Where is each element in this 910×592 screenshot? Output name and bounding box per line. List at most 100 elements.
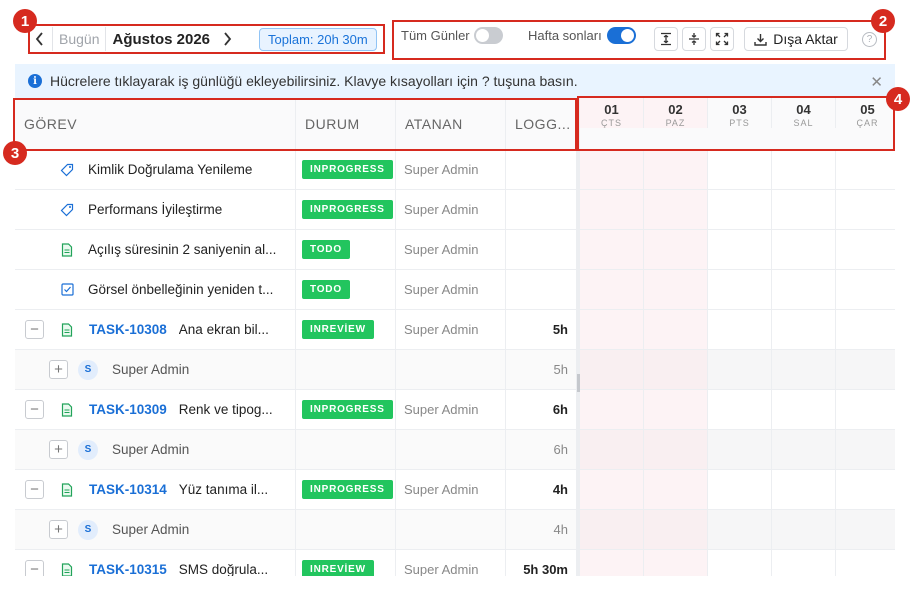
day-log-cell[interactable] — [644, 510, 708, 549]
day-log-cell[interactable] — [644, 430, 708, 469]
task-name[interactable]: SMS doğrula... — [179, 562, 268, 576]
day-log-cell[interactable] — [772, 310, 836, 349]
day-log-cell[interactable] — [772, 510, 836, 549]
day-log-cell[interactable] — [580, 150, 644, 189]
splitter-handle[interactable] — [577, 374, 580, 392]
day-log-cell[interactable] — [772, 390, 836, 429]
day-log-cell[interactable] — [708, 510, 772, 549]
assignee-cell[interactable] — [396, 350, 506, 389]
day-log-cell[interactable] — [836, 150, 895, 189]
day-log-cell[interactable] — [772, 230, 836, 269]
day-log-cell[interactable] — [580, 390, 644, 429]
task-cell[interactable]: − TASK-10315 SMS doğrula... — [15, 550, 296, 576]
day-log-cell[interactable] — [708, 230, 772, 269]
task-key-link[interactable]: TASK-10308 — [89, 322, 167, 337]
task-name[interactable]: Görsel önbelleğinin yeniden t... — [88, 282, 273, 297]
task-name[interactable]: Yüz tanıma il... — [179, 482, 268, 497]
day-log-cell[interactable] — [708, 550, 772, 576]
day-log-cell[interactable] — [644, 310, 708, 349]
status-badge[interactable]: TODO — [302, 280, 350, 299]
day-log-cell[interactable] — [708, 350, 772, 389]
task-key-link[interactable]: TASK-10314 — [89, 482, 167, 497]
day-log-cell[interactable] — [580, 350, 644, 389]
day-log-cell[interactable] — [772, 150, 836, 189]
collapse-row-button[interactable]: − — [25, 560, 44, 576]
day-log-cell[interactable] — [708, 190, 772, 229]
day-log-cell[interactable] — [836, 550, 895, 576]
status-badge[interactable]: INREVİEW — [302, 320, 374, 339]
day-log-cell[interactable] — [836, 190, 895, 229]
add-worklog-button[interactable]: + — [49, 440, 68, 459]
add-worklog-button[interactable]: + — [49, 520, 68, 539]
assignee-cell[interactable]: Super Admin — [396, 550, 506, 576]
close-icon[interactable]: ✕ — [870, 73, 883, 91]
task-name[interactable]: Kimlik Doğrulama Yenileme — [88, 162, 252, 177]
day-log-cell[interactable] — [644, 270, 708, 309]
assignee-cell[interactable]: Super Admin — [396, 150, 506, 189]
task-key-link[interactable]: TASK-10315 — [89, 562, 167, 576]
day-log-cell[interactable] — [836, 390, 895, 429]
task-key-link[interactable]: TASK-10309 — [89, 402, 167, 417]
status-badge[interactable]: INPROGRESS — [302, 200, 393, 219]
collapse-row-button[interactable]: − — [25, 400, 44, 419]
status-badge[interactable]: INPROGRESS — [302, 160, 393, 179]
task-cell[interactable]: − TASK-10309 Renk ve tipog... — [15, 390, 296, 429]
day-log-cell[interactable] — [708, 470, 772, 509]
day-log-cell[interactable] — [580, 550, 644, 576]
day-log-cell[interactable] — [708, 310, 772, 349]
add-worklog-button[interactable]: + — [49, 360, 68, 379]
day-log-cell[interactable] — [644, 190, 708, 229]
task-name[interactable]: Renk ve tipog... — [179, 402, 273, 417]
task-cell[interactable]: + S Super Admin — [15, 350, 296, 389]
task-cell[interactable]: Kimlik Doğrulama Yenileme — [15, 150, 296, 189]
day-log-cell[interactable] — [644, 390, 708, 429]
assignee-cell[interactable]: Super Admin — [396, 230, 506, 269]
day-log-cell[interactable] — [644, 350, 708, 389]
task-cell[interactable]: − TASK-10314 Yüz tanıma il... — [15, 470, 296, 509]
day-log-cell[interactable] — [708, 270, 772, 309]
assignee-cell[interactable] — [396, 430, 506, 469]
day-log-cell[interactable] — [836, 310, 895, 349]
day-log-cell[interactable] — [772, 190, 836, 229]
status-badge[interactable]: TODO — [302, 240, 350, 259]
status-badge[interactable]: INPROGRESS — [302, 480, 393, 499]
day-log-cell[interactable] — [836, 230, 895, 269]
task-cell[interactable]: Görsel önbelleğinin yeniden t... — [15, 270, 296, 309]
day-log-cell[interactable] — [772, 350, 836, 389]
assignee-cell[interactable]: Super Admin — [396, 310, 506, 349]
day-log-cell[interactable] — [836, 510, 895, 549]
task-cell[interactable]: + S Super Admin — [15, 430, 296, 469]
day-log-cell[interactable] — [708, 150, 772, 189]
day-log-cell[interactable] — [772, 550, 836, 576]
day-log-cell[interactable] — [580, 310, 644, 349]
day-log-cell[interactable] — [772, 430, 836, 469]
day-log-cell[interactable] — [644, 470, 708, 509]
day-log-cell[interactable] — [708, 390, 772, 429]
task-cell[interactable]: Performans İyileştirme — [15, 190, 296, 229]
day-log-cell[interactable] — [836, 470, 895, 509]
day-log-cell[interactable] — [580, 470, 644, 509]
day-log-cell[interactable] — [708, 430, 772, 469]
day-log-cell[interactable] — [836, 270, 895, 309]
day-log-cell[interactable] — [836, 430, 895, 469]
task-name[interactable]: Açılış süresinin 2 saniyenin al... — [88, 242, 276, 257]
day-log-cell[interactable] — [580, 190, 644, 229]
assignee-cell[interactable] — [396, 510, 506, 549]
status-badge[interactable]: INPROGRESS — [302, 400, 393, 419]
task-name[interactable]: Performans İyileştirme — [88, 202, 222, 217]
day-log-cell[interactable] — [580, 510, 644, 549]
task-name[interactable]: Ana ekran bil... — [179, 322, 269, 337]
day-log-cell[interactable] — [772, 270, 836, 309]
day-log-cell[interactable] — [580, 430, 644, 469]
task-cell[interactable]: Açılış süresinin 2 saniyenin al... — [15, 230, 296, 269]
day-log-cell[interactable] — [580, 230, 644, 269]
collapse-row-button[interactable]: − — [25, 320, 44, 339]
day-log-cell[interactable] — [644, 550, 708, 576]
day-log-cell[interactable] — [644, 150, 708, 189]
day-log-cell[interactable] — [644, 230, 708, 269]
day-log-cell[interactable] — [772, 470, 836, 509]
task-cell[interactable]: + S Super Admin — [15, 510, 296, 549]
assignee-cell[interactable]: Super Admin — [396, 390, 506, 429]
collapse-row-button[interactable]: − — [25, 480, 44, 499]
assignee-cell[interactable]: Super Admin — [396, 470, 506, 509]
